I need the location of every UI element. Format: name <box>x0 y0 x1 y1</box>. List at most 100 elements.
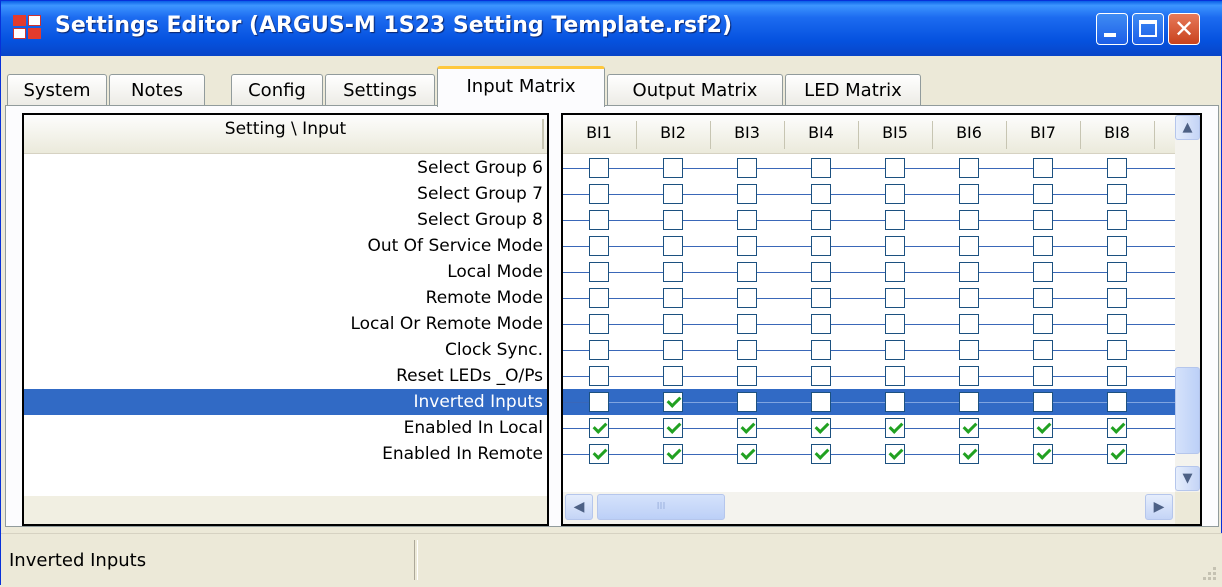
column-header-bi7[interactable]: BI7 <box>1006 123 1080 142</box>
matrix-checkbox-bi2[interactable] <box>663 418 683 438</box>
matrix-checkbox-bi3[interactable] <box>737 236 757 256</box>
matrix-checkbox-bi4[interactable] <box>811 210 831 230</box>
matrix-checkbox-bi6[interactable] <box>959 392 979 412</box>
matrix-checkbox-bi7[interactable] <box>1033 444 1053 464</box>
matrix-checkbox-bi6[interactable] <box>959 366 979 386</box>
matrix-checkbox-bi2[interactable] <box>663 236 683 256</box>
matrix-checkbox-bi4[interactable] <box>811 392 831 412</box>
tab-config[interactable]: Config <box>231 74 323 106</box>
resize-grip-icon[interactable] <box>1203 567 1217 581</box>
matrix-checkbox-bi3[interactable] <box>737 444 757 464</box>
matrix-checkbox-bi2[interactable] <box>663 314 683 334</box>
setting-row-label[interactable]: Inverted Inputs <box>24 389 547 415</box>
matrix-checkbox-bi2[interactable] <box>663 392 683 412</box>
setting-column-header[interactable]: Setting \ Input <box>24 115 547 154</box>
matrix-checkbox-bi8[interactable] <box>1107 262 1127 282</box>
header-divider[interactable] <box>542 119 544 149</box>
matrix-checkbox-bi7[interactable] <box>1033 288 1053 308</box>
vertical-scroll-thumb[interactable] <box>1175 367 1200 454</box>
matrix-checkbox-bi6[interactable] <box>959 210 979 230</box>
matrix-checkbox-bi5[interactable] <box>885 392 905 412</box>
matrix-checkbox-bi8[interactable] <box>1107 236 1127 256</box>
matrix-checkbox-bi5[interactable] <box>885 314 905 334</box>
matrix-checkbox-bi1[interactable] <box>589 366 609 386</box>
matrix-checkbox-bi1[interactable] <box>589 340 609 360</box>
column-header-bi1[interactable]: BI1 <box>563 123 636 142</box>
matrix-checkbox-bi8[interactable] <box>1107 340 1127 360</box>
matrix-checkbox-bi1[interactable] <box>589 314 609 334</box>
setting-row-label[interactable]: Select Group 7 <box>24 181 547 207</box>
scroll-down-icon[interactable]: ▼ <box>1175 466 1200 491</box>
horizontal-scrollbar[interactable]: ◀ III ▶ <box>563 492 1175 524</box>
tab-system[interactable]: System <box>7 74 107 106</box>
matrix-checkbox-bi3[interactable] <box>737 184 757 204</box>
column-header-bi5[interactable]: BI5 <box>858 123 932 142</box>
matrix-checkbox-bi1[interactable] <box>589 262 609 282</box>
tab-input-matrix[interactable]: Input Matrix <box>437 66 605 107</box>
matrix-checkbox-bi4[interactable] <box>811 314 831 334</box>
horizontal-scroll-thumb[interactable]: III <box>597 494 725 520</box>
matrix-checkbox-bi7[interactable] <box>1033 314 1053 334</box>
tab-led-matrix[interactable]: LED Matrix <box>785 74 921 106</box>
matrix-checkbox-bi7[interactable] <box>1033 418 1053 438</box>
setting-row-label[interactable]: Remote Mode <box>24 285 547 311</box>
matrix-checkbox-bi4[interactable] <box>811 262 831 282</box>
matrix-checkbox-bi1[interactable] <box>589 288 609 308</box>
minimize-button[interactable] <box>1096 13 1128 45</box>
matrix-checkbox-bi3[interactable] <box>737 392 757 412</box>
matrix-checkbox-bi3[interactable] <box>737 340 757 360</box>
tab-output-matrix[interactable]: Output Matrix <box>607 74 783 106</box>
setting-row-label[interactable]: Reset LEDs _O/Ps <box>24 363 547 389</box>
matrix-checkbox-bi6[interactable] <box>959 340 979 360</box>
matrix-checkbox-bi8[interactable] <box>1107 158 1127 178</box>
matrix-checkbox-bi2[interactable] <box>663 444 683 464</box>
matrix-checkbox-bi7[interactable] <box>1033 392 1053 412</box>
matrix-checkbox-bi1[interactable] <box>589 184 609 204</box>
matrix-checkbox-bi8[interactable] <box>1107 210 1127 230</box>
matrix-checkbox-bi7[interactable] <box>1033 262 1053 282</box>
scroll-left-icon[interactable]: ◀ <box>565 494 593 520</box>
matrix-checkbox-bi7[interactable] <box>1033 236 1053 256</box>
matrix-checkbox-bi6[interactable] <box>959 158 979 178</box>
matrix-checkbox-bi8[interactable] <box>1107 314 1127 334</box>
matrix-checkbox-bi1[interactable] <box>589 392 609 412</box>
matrix-checkbox-bi3[interactable] <box>737 366 757 386</box>
column-header-bi8[interactable]: BI8 <box>1080 123 1154 142</box>
setting-row-label[interactable]: Enabled In Local <box>24 415 547 441</box>
matrix-checkbox-bi2[interactable] <box>663 158 683 178</box>
matrix-checkbox-bi3[interactable] <box>737 262 757 282</box>
matrix-checkbox-bi5[interactable] <box>885 184 905 204</box>
matrix-checkbox-bi3[interactable] <box>737 288 757 308</box>
matrix-checkbox-bi3[interactable] <box>737 418 757 438</box>
matrix-checkbox-bi7[interactable] <box>1033 158 1053 178</box>
matrix-checkbox-bi5[interactable] <box>885 444 905 464</box>
matrix-checkbox-bi8[interactable] <box>1107 366 1127 386</box>
matrix-checkbox-bi7[interactable] <box>1033 210 1053 230</box>
setting-row-label[interactable]: Local Mode <box>24 259 547 285</box>
matrix-checkbox-bi4[interactable] <box>811 366 831 386</box>
matrix-checkbox-bi7[interactable] <box>1033 366 1053 386</box>
matrix-checkbox-bi2[interactable] <box>663 184 683 204</box>
setting-row-label[interactable]: Clock Sync. <box>24 337 547 363</box>
matrix-checkbox-bi6[interactable] <box>959 184 979 204</box>
matrix-checkbox-bi6[interactable] <box>959 314 979 334</box>
matrix-checkbox-bi6[interactable] <box>959 418 979 438</box>
matrix-checkbox-bi1[interactable] <box>589 158 609 178</box>
close-button[interactable]: ✕ <box>1168 13 1200 45</box>
scroll-right-icon[interactable]: ▶ <box>1145 494 1173 520</box>
matrix-checkbox-bi8[interactable] <box>1107 392 1127 412</box>
scroll-up-icon[interactable]: ▲ <box>1175 115 1200 140</box>
matrix-checkbox-bi6[interactable] <box>959 262 979 282</box>
matrix-checkbox-bi6[interactable] <box>959 444 979 464</box>
matrix-checkbox-bi2[interactable] <box>663 262 683 282</box>
matrix-checkbox-bi2[interactable] <box>663 210 683 230</box>
column-header-bi6[interactable]: BI6 <box>932 123 1006 142</box>
column-header-bi3[interactable]: BI3 <box>710 123 784 142</box>
column-header-bi4[interactable]: BI4 <box>784 123 858 142</box>
matrix-checkbox-bi1[interactable] <box>589 444 609 464</box>
setting-row-label[interactable]: Out Of Service Mode <box>24 233 547 259</box>
setting-row-label[interactable]: Enabled In Remote <box>24 441 547 467</box>
matrix-checkbox-bi2[interactable] <box>663 340 683 360</box>
column-header-bi2[interactable]: BI2 <box>636 123 710 142</box>
matrix-checkbox-bi5[interactable] <box>885 236 905 256</box>
